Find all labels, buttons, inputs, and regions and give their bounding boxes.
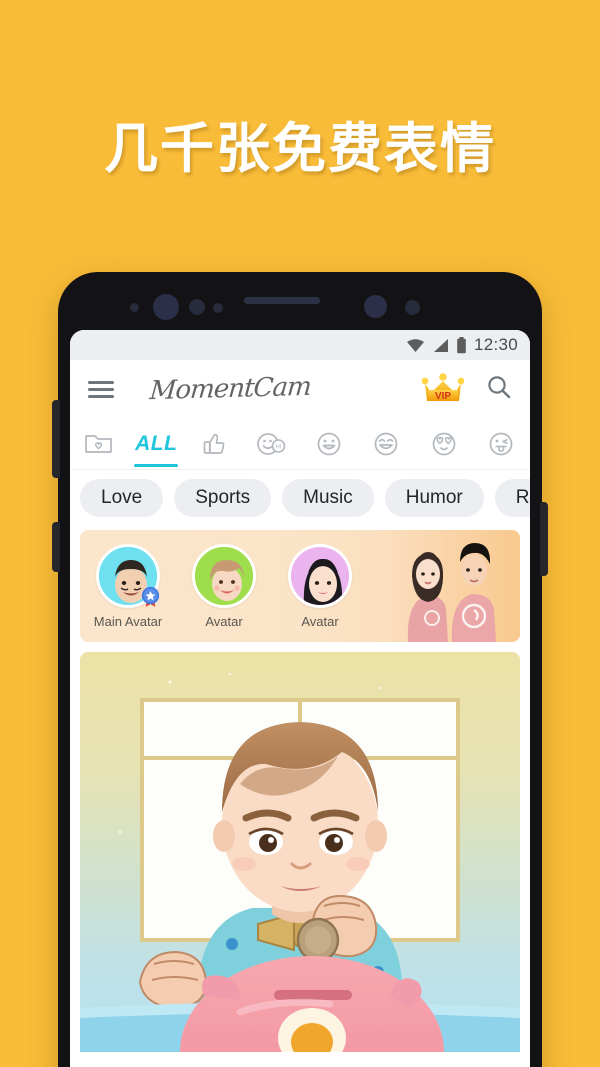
avatar-2-circle bbox=[192, 543, 256, 608]
search-icon[interactable] bbox=[486, 374, 512, 405]
face-laughing-icon bbox=[374, 432, 398, 455]
tab-favorites[interactable] bbox=[70, 418, 128, 470]
tab-face-smile[interactable] bbox=[300, 418, 358, 470]
content-card-boy-piggy-bank[interactable] bbox=[80, 652, 520, 1052]
chip-love[interactable]: Love bbox=[80, 479, 164, 517]
svg-text:HI: HI bbox=[276, 444, 282, 450]
face-smile-icon bbox=[317, 432, 341, 455]
volume-up-button[interactable] bbox=[52, 400, 60, 478]
avatar-3-face bbox=[291, 546, 349, 605]
tab-face-laughing[interactable] bbox=[358, 418, 416, 470]
power-button[interactable] bbox=[540, 502, 548, 576]
folder-heart-icon bbox=[84, 434, 112, 453]
battery-icon bbox=[457, 336, 466, 353]
star-badge-icon bbox=[141, 586, 160, 607]
face-heart-eyes-icon bbox=[432, 432, 456, 455]
svg-text:VIP: VIP bbox=[435, 391, 451, 402]
tab-face-tongue[interactable] bbox=[473, 418, 531, 470]
status-bar-time: 12:30 bbox=[473, 335, 518, 354]
avatar-item-2[interactable]: Avatar bbox=[176, 543, 272, 629]
face-tongue-wink-icon bbox=[489, 432, 513, 455]
avatar-row: Main Avatar Avatar Avatar bbox=[80, 530, 520, 642]
page-title: 几千张免费表情 bbox=[104, 117, 496, 180]
tab-face-heart-eyes[interactable] bbox=[415, 418, 473, 470]
boy-with-piggy-bank-illustration bbox=[80, 652, 520, 1052]
avatar-2-face bbox=[195, 546, 253, 605]
phone-mockup: 12:30 MomentCam VIP ALL HI Love Sports M… bbox=[52, 272, 548, 1067]
earpiece-speaker bbox=[244, 297, 320, 304]
avatar-2-label: Avatar bbox=[205, 613, 243, 629]
app-header: MomentCam VIP bbox=[70, 360, 530, 418]
avatar-3-circle bbox=[288, 543, 352, 608]
volume-down-button[interactable] bbox=[52, 522, 60, 572]
phone-top-bezel bbox=[58, 272, 542, 330]
app-logo: MomentCam bbox=[114, 371, 422, 407]
avatar-item-main[interactable]: Main Avatar bbox=[80, 543, 176, 629]
chip-romance[interactable]: Rom bbox=[494, 479, 530, 517]
couple-promo-illustration[interactable] bbox=[380, 530, 520, 642]
chip-humor[interactable]: Humor bbox=[384, 479, 484, 517]
wifi-icon bbox=[406, 338, 424, 352]
cellular-signal-icon bbox=[433, 338, 448, 352]
thumbs-up-icon bbox=[203, 433, 225, 454]
tab-thumbs-up[interactable] bbox=[185, 418, 243, 470]
sensor-dot-icon bbox=[364, 295, 387, 318]
tab-all-label: ALL bbox=[135, 431, 178, 455]
sensor-dot-icon bbox=[189, 299, 205, 315]
avatar-item-3[interactable]: Avatar bbox=[272, 543, 368, 629]
hamburger-menu-icon[interactable] bbox=[88, 377, 114, 402]
status-bar: 12:30 bbox=[70, 330, 530, 360]
face-speech-bubble-icon: HI bbox=[257, 432, 286, 455]
tab-all[interactable]: ALL bbox=[128, 418, 186, 470]
chip-music[interactable]: Music bbox=[282, 479, 374, 517]
tab-active-indicator bbox=[134, 463, 179, 467]
front-camera-icon bbox=[153, 294, 179, 320]
tab-face-speech[interactable]: HI bbox=[243, 418, 301, 470]
app-logo-text: MomentCam bbox=[148, 371, 312, 407]
sensor-dot-icon bbox=[130, 303, 139, 312]
phone-screen: 12:30 MomentCam VIP ALL HI Love Sports M… bbox=[70, 330, 530, 1067]
avatar-main-circle bbox=[96, 543, 160, 608]
category-tab-bar: ALL HI bbox=[70, 418, 530, 470]
sensor-dot-icon bbox=[405, 300, 420, 315]
avatar-main-label: Main Avatar bbox=[93, 613, 163, 629]
category-chip-row: Love Sports Music Humor Rom bbox=[70, 470, 530, 526]
vip-crown-icon[interactable]: VIP bbox=[421, 371, 465, 408]
chip-sports[interactable]: Sports bbox=[174, 479, 272, 517]
avatar-3-label: Avatar bbox=[301, 613, 339, 629]
sensor-dot-icon bbox=[213, 303, 223, 313]
